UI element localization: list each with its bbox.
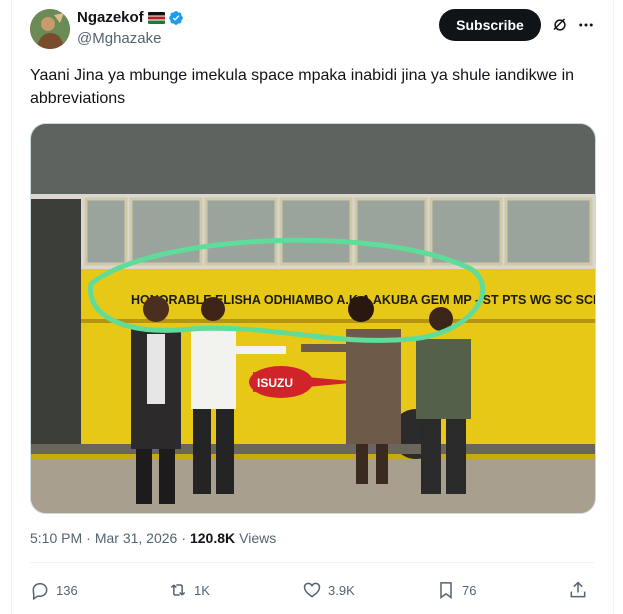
divider xyxy=(30,562,594,563)
kenya-flag-icon xyxy=(147,11,165,24)
subscribe-button[interactable]: Subscribe xyxy=(439,9,541,41)
verified-badge-icon[interactable] xyxy=(168,10,184,26)
tweet-metadata: 5:10 PM · Mar 31, 2026 · 120.8K Views xyxy=(30,530,276,546)
author-display-name[interactable]: Ngazekof xyxy=(77,9,144,26)
views-label: Views xyxy=(239,530,277,546)
repost-count: 1K xyxy=(194,582,210,598)
bookmark-button[interactable]: 76 xyxy=(436,580,476,600)
grok-icon[interactable] xyxy=(551,16,569,34)
like-button[interactable]: 3.9K xyxy=(302,580,355,600)
heart-icon xyxy=(303,582,321,598)
reply-icon xyxy=(32,583,48,600)
share-icon xyxy=(570,581,586,598)
bus-photo: HONORABLE ELISHA ODHIAMBO A.K.A AKUBA GE… xyxy=(31,124,595,513)
reply-button[interactable]: 136 xyxy=(30,580,78,600)
tweet-text: Yaani Jina ya mbunge imekula space mpaka… xyxy=(30,67,575,107)
tweet-time[interactable]: 5:10 PM xyxy=(30,530,82,546)
repost-button[interactable]: 1K xyxy=(168,580,210,600)
bookmark-count: 76 xyxy=(462,582,477,598)
tweet-image[interactable]: HONORABLE ELISHA ODHIAMBO A.K.A AKUBA GE… xyxy=(30,123,596,514)
more-icon[interactable] xyxy=(577,16,595,34)
meta-separator: · xyxy=(86,530,91,546)
tweet-date[interactable]: Mar 31, 2026 xyxy=(95,530,178,546)
reply-count: 136 xyxy=(56,582,78,598)
avatar-photo xyxy=(30,9,70,49)
avatar[interactable] xyxy=(30,9,70,49)
repost-icon xyxy=(170,584,186,596)
like-count: 3.9K xyxy=(328,582,355,598)
share-button[interactable] xyxy=(568,580,588,600)
meta-separator: · xyxy=(181,530,186,546)
bookmark-icon xyxy=(440,582,452,599)
author-handle[interactable]: @Mghazake xyxy=(77,30,161,47)
action-bar: 136 1K 3.9K 76 xyxy=(30,580,594,604)
author-name-row[interactable]: Ngazekof xyxy=(77,9,184,26)
views-count: 120.8K xyxy=(189,530,236,546)
isuzu-logo: ISUZU xyxy=(257,376,293,390)
